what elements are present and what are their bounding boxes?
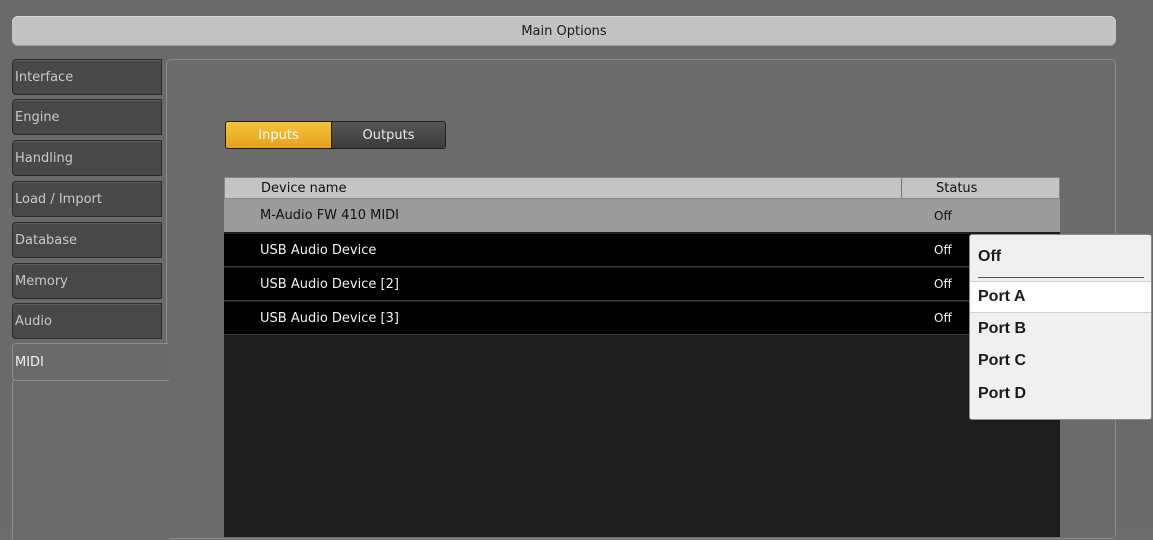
window-title: Main Options: [12, 16, 1116, 46]
sidebar-item-memory[interactable]: Memory: [12, 263, 162, 299]
midi-device-table: Device name Status M-Audio FW 410 MIDI O…: [224, 177, 1060, 537]
inputs-outputs-toggle: Inputs Outputs: [225, 121, 446, 149]
dropdown-option-off[interactable]: Off: [970, 241, 1151, 273]
dropdown-option-port-d[interactable]: Port D: [970, 378, 1151, 410]
device-name-cell: M-Audio FW 410 MIDI: [260, 208, 400, 223]
sidebar-item-handling[interactable]: Handling: [12, 140, 162, 176]
sidebar-item-label: Interface: [15, 69, 74, 85]
sidebar-item-label: MIDI: [15, 354, 44, 370]
status-dropdown-menu: Off Port A Port B Port C Port D: [969, 234, 1152, 420]
column-header-device-name[interactable]: Device name: [225, 178, 902, 198]
dropdown-separator: [978, 277, 1144, 278]
dropdown-option-port-c[interactable]: Port C: [970, 345, 1151, 377]
sidebar-item-label: Load / Import: [15, 191, 102, 207]
outputs-button[interactable]: Outputs: [332, 122, 445, 148]
sidebar-item-label: Database: [15, 232, 78, 248]
device-name-cell: USB Audio Device: [260, 242, 377, 258]
inputs-button[interactable]: Inputs: [226, 122, 332, 148]
table-row[interactable]: USB Audio Device [3] Off: [224, 302, 1060, 335]
sidebar-item-engine[interactable]: Engine: [12, 99, 162, 135]
status-cell[interactable]: Off: [901, 199, 1060, 232]
sidebar-item-database[interactable]: Database: [12, 222, 162, 258]
panel-edge: [12, 379, 169, 540]
main-options-window: Main Options Interface Engine Handling L…: [0, 0, 1153, 540]
sidebar-item-audio[interactable]: Audio: [12, 303, 162, 339]
sidebar-item-interface[interactable]: Interface: [12, 59, 162, 95]
column-header-status[interactable]: Status: [902, 178, 1059, 198]
sidebar-item-load-import[interactable]: Load / Import: [12, 181, 162, 217]
device-name-cell: USB Audio Device [3]: [260, 310, 399, 326]
sidebar-item-label: Memory: [15, 273, 68, 289]
sidebar-item-midi[interactable]: MIDI: [12, 343, 168, 381]
sidebar-item-label: Audio: [15, 313, 52, 329]
table-row[interactable]: M-Audio FW 410 MIDI Off: [224, 199, 1060, 232]
sidebar-item-label: Handling: [15, 150, 73, 166]
device-name-cell: USB Audio Device [2]: [260, 276, 399, 292]
dropdown-option-port-a[interactable]: Port A: [970, 281, 1151, 313]
dropdown-option-port-b[interactable]: Port B: [970, 313, 1151, 345]
table-row[interactable]: USB Audio Device [2] Off: [224, 268, 1060, 301]
table-row[interactable]: USB Audio Device Off: [224, 234, 1060, 267]
table-header: Device name Status: [224, 177, 1060, 199]
sidebar-item-label: Engine: [15, 109, 60, 125]
